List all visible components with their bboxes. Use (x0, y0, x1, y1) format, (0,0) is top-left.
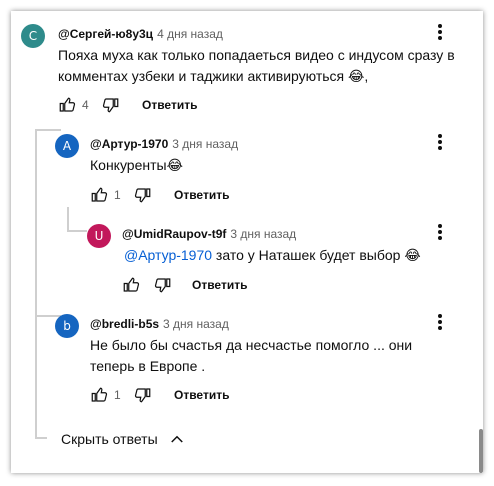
like-count: 1 (114, 388, 121, 402)
thumb-up-icon[interactable] (58, 96, 76, 114)
like-count: 1 (114, 188, 121, 202)
author-name[interactable]: @bredli-b5s (90, 317, 159, 331)
chevron-up-icon (170, 435, 183, 443)
comment-text: Не было бы счастья да несчастье помогло … (90, 337, 413, 374)
comment-actions: 1 Ответить (90, 384, 229, 406)
reply-button[interactable]: Ответить (142, 98, 197, 112)
mention-link[interactable]: @Артур-1970 (124, 247, 212, 263)
thread-line-branch-1 (35, 129, 61, 131)
hide-replies-button[interactable]: Скрыть ответы (61, 430, 186, 448)
hide-replies-label: Скрыть ответы (61, 431, 158, 447)
comment-actions: 4 Ответить (58, 94, 197, 116)
thread-line-branch-4 (35, 315, 61, 317)
avatar[interactable]: U (87, 224, 111, 248)
comment-text: Пояха муха как только попадаеться видео … (58, 47, 455, 84)
author-name[interactable]: @Артур-1970 (90, 137, 168, 151)
comment-header: @UmidRaupov-t9f 3 дня назад (122, 227, 296, 241)
timestamp[interactable]: 3 дня назад (172, 137, 238, 151)
author-name[interactable]: @Сергей-ю8у3ц (58, 27, 153, 41)
thread-line-nested (67, 207, 69, 231)
scrollbar[interactable] (479, 429, 483, 473)
more-vert-icon[interactable] (436, 222, 444, 244)
thread-line-main (35, 129, 37, 437)
thread-line-tail (35, 437, 47, 439)
thread-line-nested-branch (67, 230, 87, 232)
more-vert-icon[interactable] (436, 312, 444, 334)
thumb-down-icon[interactable] (134, 386, 152, 404)
thumb-up-icon[interactable] (90, 386, 108, 404)
more-vert-icon[interactable] (436, 22, 444, 44)
author-name[interactable]: @UmidRaupov-t9f (122, 227, 226, 241)
avatar[interactable]: С (21, 24, 45, 48)
comment-actions: 1 Ответить (90, 184, 229, 206)
avatar[interactable]: A (55, 134, 79, 158)
reply-text: зато у Наташек будет выбор 😂 (212, 247, 421, 263)
thumb-up-icon[interactable] (90, 186, 108, 204)
timestamp[interactable]: 3 дня назад (230, 227, 296, 241)
thumb-down-icon[interactable] (102, 96, 120, 114)
reply-button[interactable]: Ответить (174, 388, 229, 402)
timestamp[interactable]: 3 дня назад (163, 317, 229, 331)
comment-header: @Сергей-ю8у3ц 4 дня назад (58, 27, 223, 41)
reply-button[interactable]: Ответить (192, 278, 247, 292)
thumb-up-icon[interactable] (122, 276, 140, 294)
reply-button[interactable]: Ответить (174, 188, 229, 202)
thumb-down-icon[interactable] (134, 186, 152, 204)
avatar[interactable]: b (55, 314, 79, 338)
comments-panel: С @Сергей-ю8у3ц 4 дня назад Пояха муха ка… (11, 11, 483, 473)
like-count: 4 (82, 98, 89, 112)
comment-header: @Артур-1970 3 дня назад (90, 137, 238, 151)
comment-text: @Артур-1970 зато у Наташек будет выбор 😂 (124, 245, 454, 266)
thumb-down-icon[interactable] (154, 276, 172, 294)
comment-header: @bredli-b5s 3 дня назад (90, 317, 229, 331)
comment-actions: Ответить (122, 274, 247, 296)
comment-text: Конкуренты😂 (90, 157, 183, 173)
timestamp[interactable]: 4 дня назад (157, 27, 223, 41)
more-vert-icon[interactable] (436, 132, 444, 154)
